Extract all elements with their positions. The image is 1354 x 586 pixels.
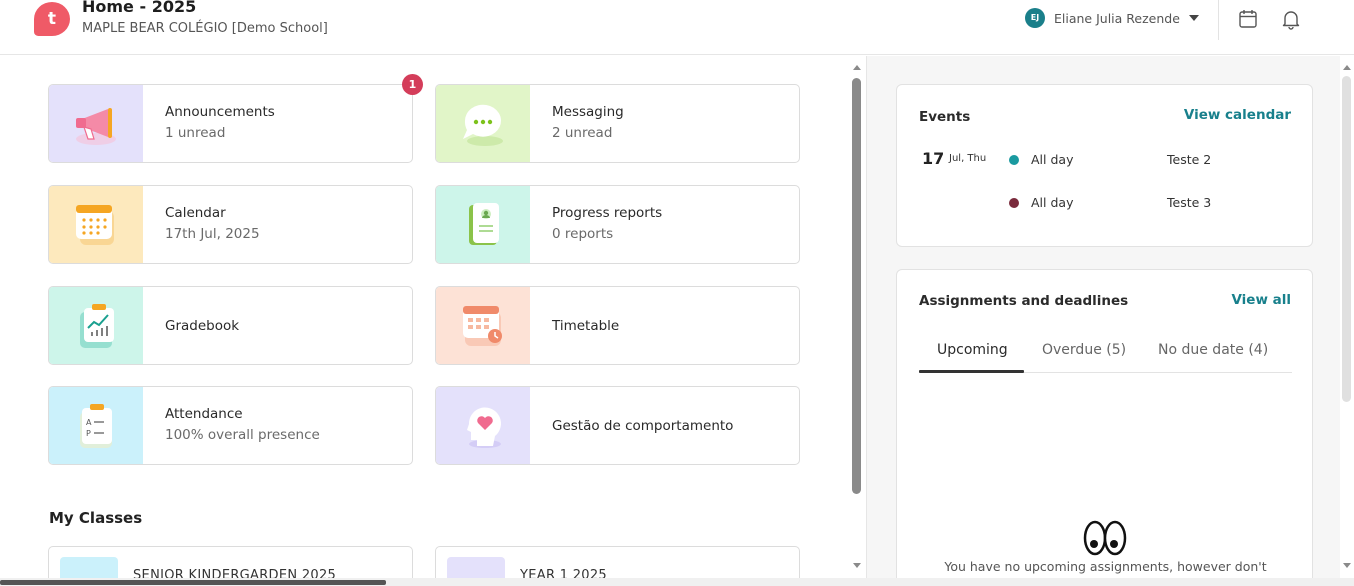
page-title: Home - 2025	[82, 0, 197, 16]
tile-title: Calendar	[165, 205, 226, 221]
assignments-title: Assignments and deadlines	[919, 293, 1129, 309]
scroll-up-icon[interactable]	[1343, 65, 1351, 70]
right-panel: Events View calendar 17 Jul, Thu All day…	[866, 56, 1340, 578]
timetable-tile[interactable]: Timetable	[435, 286, 800, 365]
tile-title: Progress reports	[552, 205, 663, 221]
tile-subtitle: 17th Jul, 2025	[165, 226, 260, 242]
tab-overdue[interactable]: Overdue (5)	[1042, 342, 1126, 358]
svg-text:A: A	[86, 418, 92, 427]
event-time: All day	[1031, 152, 1074, 167]
caret-down-icon	[1188, 15, 1199, 21]
tile-title: Timetable	[552, 318, 620, 334]
tile-subtitle: 2 unread	[552, 125, 613, 141]
announcements-tile[interactable]: Announcements 1 unread	[48, 84, 413, 163]
empty-state-message: You have no upcoming assignments, howeve…	[944, 559, 1267, 574]
view-all-link[interactable]: View all	[1231, 292, 1291, 308]
calendar-icon[interactable]	[1238, 8, 1258, 30]
scrollbar-thumb[interactable]	[852, 78, 861, 494]
main-content: Announcements 1 unread 1 Messaging 2 unr…	[0, 56, 849, 586]
event-name[interactable]: Teste 3	[1167, 195, 1211, 210]
tile-subtitle: 1 unread	[165, 125, 226, 141]
events-title: Events	[919, 109, 971, 125]
event-month-weekday: Jul, Thu	[949, 153, 987, 164]
tile-title: Gradebook	[165, 318, 240, 334]
chart-clipboard-icon	[49, 287, 143, 364]
user-menu[interactable]: EJ Eliane Julia Rezende	[1025, 8, 1199, 28]
active-tab-indicator	[919, 370, 1024, 373]
chat-bubble-icon	[436, 85, 530, 162]
calendar-icon	[49, 186, 143, 263]
attendance-tile[interactable]: AP Attendance 100% overall presence	[48, 386, 413, 465]
tile-title: Messaging	[552, 104, 624, 120]
avatar: EJ	[1025, 8, 1045, 28]
report-book-icon	[436, 186, 530, 263]
tile-title: Announcements	[165, 104, 275, 120]
megaphone-icon	[49, 85, 143, 162]
tile-title: Attendance	[165, 406, 243, 422]
event-name[interactable]: Teste 2	[1167, 152, 1211, 167]
timetable-icon	[436, 287, 530, 364]
scroll-up-icon[interactable]	[853, 65, 861, 70]
unread-badge: 1	[402, 74, 423, 95]
behaviour-tile[interactable]: Gestão de comportamento	[435, 386, 800, 465]
scroll-down-icon[interactable]	[853, 563, 861, 568]
scrollbar-thumb[interactable]	[1342, 76, 1351, 402]
head-heart-icon	[436, 387, 530, 464]
horizontal-scrollbar-thumb[interactable]	[0, 580, 386, 585]
event-time: All day	[1031, 195, 1074, 210]
user-name: Eliane Julia Rezende	[1054, 10, 1180, 26]
tab-no-due-date[interactable]: No due date (4)	[1158, 342, 1268, 358]
svg-text:P: P	[86, 429, 91, 438]
eyes-icon	[1083, 518, 1127, 558]
event-color-dot	[1009, 155, 1019, 165]
calendar-tile[interactable]: Calendar 17th Jul, 2025	[48, 185, 413, 264]
tile-subtitle: 100% overall presence	[165, 427, 320, 443]
header-divider	[1218, 0, 1219, 40]
right-panel-scrollbar[interactable]	[1340, 56, 1354, 574]
tile-title: Gestão de comportamento	[552, 418, 734, 434]
main-scrollbar[interactable]	[850, 56, 864, 574]
scroll-down-icon[interactable]	[1343, 563, 1351, 568]
messaging-tile[interactable]: Messaging 2 unread	[435, 84, 800, 163]
my-classes-title: My Classes	[49, 509, 143, 527]
top-header: t Home - 2025 MAPLE BEAR COLÉGIO [Demo S…	[0, 0, 1354, 55]
event-day: 17	[922, 149, 945, 168]
gradebook-tile[interactable]: Gradebook	[48, 286, 413, 365]
event-color-dot	[1009, 198, 1019, 208]
app-logo[interactable]: t	[34, 2, 70, 36]
events-card: Events View calendar 17 Jul, Thu All day…	[896, 84, 1313, 247]
tile-subtitle: 0 reports	[552, 226, 614, 242]
progress-reports-tile[interactable]: Progress reports 0 reports	[435, 185, 800, 264]
tab-upcoming[interactable]: Upcoming	[937, 342, 1008, 358]
assignments-card: Assignments and deadlines View all Upcom…	[896, 269, 1313, 578]
view-calendar-link[interactable]: View calendar	[1184, 107, 1291, 123]
attendance-clipboard-icon: AP	[49, 387, 143, 464]
school-name: MAPLE BEAR COLÉGIO [Demo School]	[82, 21, 328, 36]
bell-icon[interactable]	[1281, 8, 1301, 30]
